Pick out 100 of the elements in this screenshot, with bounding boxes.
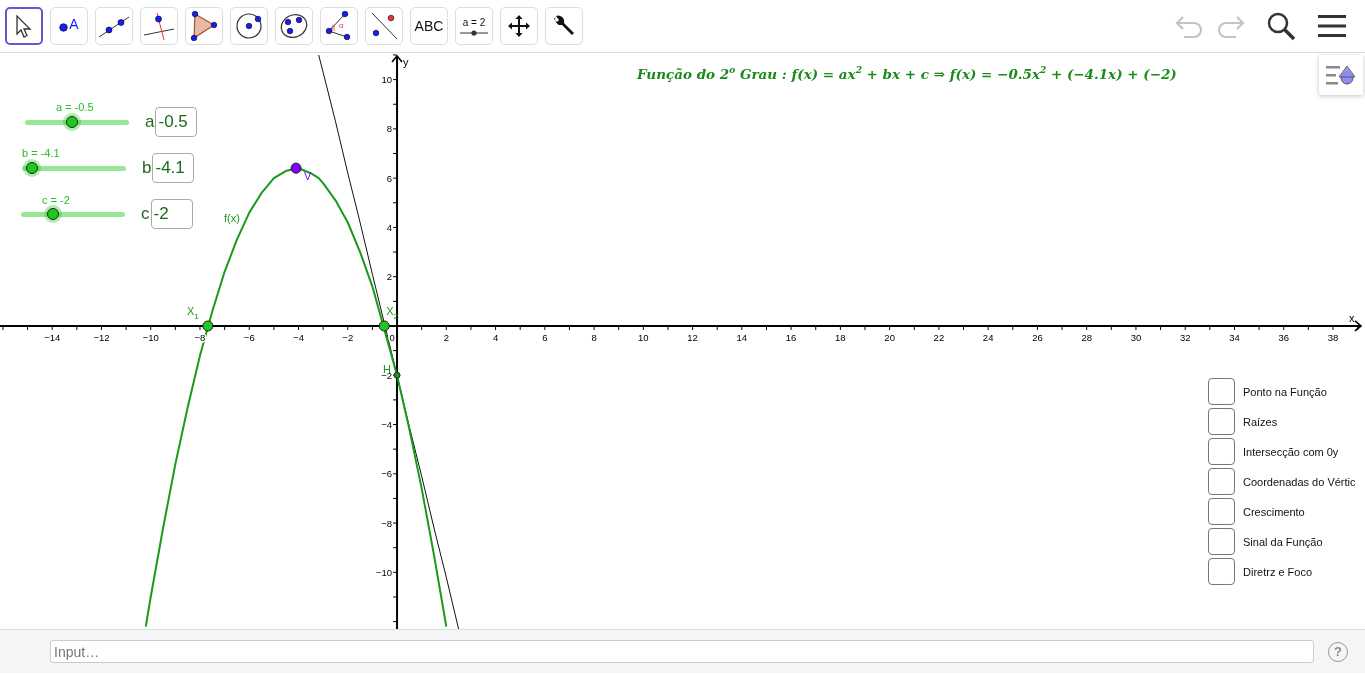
tick-label: 2 [386,271,393,283]
input-label: c [141,204,150,224]
tick-label: 14 [736,331,748,343]
tick-label: 12 [687,331,698,343]
tick-label: 8 [591,331,597,343]
point-marker[interactable] [290,162,302,174]
input-field[interactable]: -2 [150,199,193,229]
ellipse-icon [279,12,309,40]
tick-label: 34 [1229,331,1240,343]
point-marker[interactable] [202,320,214,332]
graphics-style-icon [1326,63,1356,87]
slider-track[interactable] [25,119,129,125]
tick-label: −2 [342,331,354,343]
tick-label: −4 [381,419,393,430]
tick-label: 10 [381,74,393,86]
point-marker[interactable] [378,320,390,332]
input-field[interactable]: -0.5 [155,107,198,137]
checkbox-label: Ponto na Função [1243,385,1327,398]
checkbox[interactable] [1208,558,1235,585]
tick-label: −4 [293,331,304,343]
tick-label: 36 [1278,331,1289,343]
checkbox[interactable] [1208,408,1235,435]
slider-caption: b = -4.1 [22,147,60,159]
checkbox-label: Raízes [1243,415,1278,428]
point-icon [59,23,69,32]
search-button[interactable] [1266,11,1296,41]
tick-label: −10 [142,331,159,343]
axis-label: x [1349,311,1355,324]
wrench-icon [552,14,576,38]
menu-icon [1318,14,1346,38]
tick-label: −12 [93,331,110,343]
checkbox[interactable] [1208,438,1235,465]
tick-label: 26 [1032,331,1043,343]
tick-label: 10 [638,331,649,343]
search-icon [1266,11,1296,41]
tick-label: −8 [381,517,393,529]
tick-label: −6 [381,468,393,480]
tick-label: 6 [386,172,393,184]
tool-button[interactable]: A [50,7,88,45]
tool-button[interactable]: a = 2 [455,7,493,45]
angle-symbol: α [339,21,344,30]
tick-label: 32 [1179,331,1191,343]
checkbox-label: Crescimento [1243,505,1305,518]
point-label: V [304,170,312,183]
slider-thumb[interactable] [47,208,60,220]
move-arrows-icon [507,14,531,38]
point-label: X$_{2}$ [386,304,398,321]
input-label: b [142,158,152,178]
input-field[interactable]: Input… [50,640,1314,663]
tool-button[interactable]: ABC [410,7,448,45]
slider-caption: c = -2 [42,194,70,206]
slider-caption: a = -0.5 [56,101,94,113]
tick-label: 0 [389,331,395,343]
triangle-icon [190,11,218,41]
tick-label: 20 [884,331,895,343]
checkbox[interactable] [1208,378,1235,405]
tick-label: 4 [492,331,499,343]
tick-label: 16 [785,331,797,343]
point-marker[interactable] [393,371,401,379]
axis-label: y [403,56,409,68]
pointer-icon [15,14,33,38]
tick-label: 30 [1130,331,1142,343]
checkbox-label: Coordenadas do Vértic [1243,475,1356,488]
checkbox-label: Diretrz e Foco [1243,565,1313,578]
tick-label: −8 [194,331,206,343]
perpendicular-lines-icon [142,11,176,41]
tick-label: −6 [243,331,255,343]
slider-track[interactable] [21,211,125,217]
checkbox[interactable] [1208,468,1235,495]
tool-text: ABC [414,18,444,34]
input-label: a [145,112,155,132]
slider-thumb[interactable] [26,162,39,174]
slider-track[interactable] [22,165,126,171]
tick-label: 2 [443,331,449,343]
checkbox-label: Intersecção com 0y [1243,445,1339,458]
checkbox[interactable] [1208,498,1235,525]
slider-thumb[interactable] [65,116,78,128]
formula-text: Função do 2$^{o}$ Grau : f(x) = ax$^{2}$ + bx + c ⇒ f(x) = −0.5x$^{2}$ + (−4.1x) + (−2) [637,65,1177,82]
slider-icon [460,29,488,36]
reflect-point-icon [369,11,399,41]
tick-label: 38 [1327,331,1339,343]
tick-label: 24 [982,331,994,343]
tick-label: 22 [933,331,945,343]
tick-label: 18 [835,331,846,343]
tool-text: a = 2 [462,16,486,28]
checkbox[interactable] [1208,528,1235,555]
point-label: X$_{1}$ [186,304,199,321]
tick-label: −10 [375,566,393,578]
circle-icon [235,12,263,40]
style-bar-toggle[interactable] [1319,55,1363,95]
tool-button[interactable]: α [320,7,358,45]
tool-button[interactable] [5,7,43,45]
curve-label: f(x) [224,212,240,224]
menu-button[interactable] [1318,14,1346,38]
tick-label: 8 [386,123,393,135]
input-field[interactable]: -4.1 [152,153,195,183]
checkbox-label: Sinal da Função [1243,535,1323,548]
tick-label: 28 [1081,331,1092,343]
tick-label: 6 [542,331,548,343]
tick-label: 4 [386,221,393,233]
